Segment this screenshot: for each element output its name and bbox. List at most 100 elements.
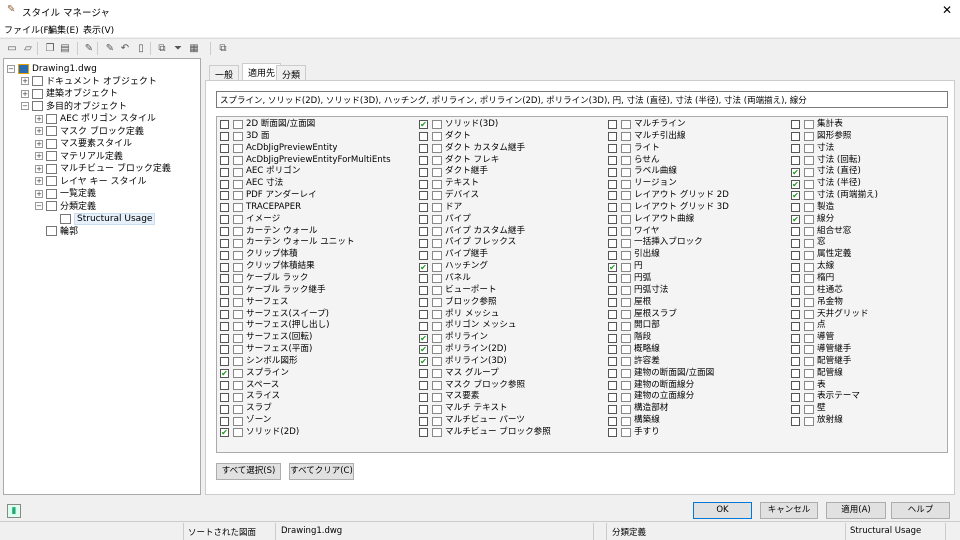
paste-icon[interactable]: ▤ — [58, 42, 72, 55]
list-item[interactable]: 壁 — [791, 403, 878, 415]
tree-node[interactable]: − 分類定義 — [35, 201, 96, 213]
checkbox[interactable]: ✔ — [791, 179, 800, 189]
list-item[interactable]: ドア — [419, 202, 551, 214]
list-item[interactable]: レイアウト グリッド 3D — [608, 202, 729, 214]
new-icon[interactable]: ▭ — [5, 42, 19, 55]
list-item[interactable]: マルチ引出線 — [608, 131, 729, 143]
list-item[interactable]: クリップ体積 — [220, 249, 391, 261]
list-item[interactable]: らせん — [608, 155, 729, 167]
checkbox[interactable] — [608, 238, 617, 248]
list-item[interactable]: パイプ フレックス — [419, 237, 551, 249]
list-item[interactable]: 導管継手 — [791, 344, 878, 356]
list-item[interactable]: AcDbJigPreviewEntity — [220, 143, 391, 155]
menu-view[interactable]: 表示(V) — [83, 23, 114, 36]
list-item[interactable]: ダクト — [419, 131, 551, 143]
checkbox[interactable] — [220, 298, 229, 308]
filter-icon[interactable]: ⏷ — [171, 42, 185, 55]
tree-node[interactable]: 輪郭 — [35, 226, 78, 238]
list-item[interactable]: AEC ポリゴン — [220, 166, 391, 178]
checkbox[interactable] — [791, 227, 800, 237]
checkbox[interactable] — [608, 357, 617, 367]
checkbox[interactable] — [791, 392, 800, 402]
checkbox[interactable] — [419, 369, 428, 379]
list-item[interactable]: ダクト継手 — [419, 166, 551, 178]
checkbox[interactable] — [608, 380, 617, 390]
applied-to-field[interactable]: スプライン, ソリッド(2D), ソリッド(3D), ハッチング, ポリライン,… — [216, 91, 948, 108]
list-item[interactable]: 表示テーマ — [791, 391, 878, 403]
list-item[interactable]: 点 — [791, 320, 878, 332]
list-item[interactable]: 許容差 — [608, 356, 729, 368]
list-item[interactable]: サーフェス — [220, 297, 391, 309]
checkbox[interactable] — [791, 309, 800, 319]
checkbox[interactable] — [608, 191, 617, 201]
checkbox[interactable] — [419, 428, 428, 438]
list-item[interactable]: 3D 面 — [220, 131, 391, 143]
close-button[interactable]: ✕ — [942, 3, 952, 17]
checkbox[interactable] — [220, 392, 229, 402]
checkbox[interactable] — [419, 203, 428, 213]
expand-icon[interactable]: + — [35, 139, 43, 148]
list-item[interactable]: 円弧寸法 — [608, 285, 729, 297]
checkbox[interactable] — [791, 132, 800, 142]
checkbox[interactable] — [220, 167, 229, 177]
checkbox[interactable] — [791, 357, 800, 367]
list-item[interactable]: ダクト カスタム継手 — [419, 143, 551, 155]
list-item[interactable]: 寸法 (回転) — [791, 155, 878, 167]
expand-icon[interactable]: + — [35, 164, 43, 173]
list-item[interactable]: ✔ ポリライン(2D) — [419, 344, 551, 356]
checkbox[interactable] — [220, 179, 229, 189]
checkbox[interactable] — [419, 416, 428, 426]
menu-edit[interactable]: 編集(E) — [48, 23, 79, 36]
list-item[interactable]: 屋根スラブ — [608, 309, 729, 321]
checkbox[interactable] — [220, 286, 229, 296]
style-browser-icon[interactable]: ▮ — [7, 504, 21, 518]
checkbox[interactable] — [220, 191, 229, 201]
checkbox[interactable] — [791, 203, 800, 213]
checkbox[interactable] — [419, 404, 428, 414]
checkbox[interactable] — [791, 262, 800, 272]
checkbox[interactable] — [608, 250, 617, 260]
list-item[interactable]: マルチビュー パーツ — [419, 415, 551, 427]
list-item[interactable]: ✔ ハッチング — [419, 261, 551, 273]
checkbox[interactable] — [220, 404, 229, 414]
tree-node[interactable]: + 建築オブジェクト — [21, 88, 118, 100]
list-item[interactable]: 図形参照 — [791, 131, 878, 143]
checkbox[interactable] — [220, 144, 229, 154]
checkbox[interactable] — [419, 215, 428, 225]
checkbox[interactable] — [220, 380, 229, 390]
collapse-icon[interactable]: − — [7, 64, 15, 73]
list-item[interactable]: クリップ体積結果 — [220, 261, 391, 273]
menu-file[interactable]: ファイル(F) — [4, 23, 52, 36]
checkbox[interactable] — [791, 298, 800, 308]
list-item[interactable]: ✔ 円 — [608, 261, 729, 273]
checkbox[interactable] — [791, 404, 800, 414]
list-item[interactable]: AcDbJigPreviewEntityForMultiEnts — [220, 155, 391, 167]
list-item[interactable]: ラベル曲線 — [608, 166, 729, 178]
list-item[interactable]: ✔ ソリッド(3D) — [419, 119, 551, 131]
list-item[interactable]: ケーブル ラック継手 — [220, 285, 391, 297]
list-item[interactable]: ✔ 寸法 (半径) — [791, 178, 878, 190]
checkbox[interactable] — [791, 250, 800, 260]
expand-icon[interactable]: + — [35, 127, 43, 135]
list-item[interactable]: ✔ スプライン — [220, 368, 391, 380]
list-item[interactable]: 組合せ窓 — [791, 226, 878, 238]
checkbox[interactable] — [220, 215, 229, 225]
copy-icon[interactable]: ❐ — [43, 42, 57, 55]
checkbox[interactable] — [419, 132, 428, 142]
checkbox[interactable] — [608, 274, 617, 284]
select-all-button[interactable]: すべて選択(S) — [216, 463, 281, 480]
list-item[interactable]: 放射線 — [791, 415, 878, 427]
list-item[interactable]: ブロック参照 — [419, 297, 551, 309]
help-icon[interactable]: ⧉ — [216, 42, 230, 55]
list-item[interactable]: カーテン ウォール ユニット — [220, 237, 391, 249]
checkbox[interactable]: ✔ — [220, 428, 229, 438]
checkbox[interactable] — [608, 392, 617, 402]
list-item[interactable]: ケーブル ラック — [220, 273, 391, 285]
apply-button[interactable]: 適用(A) — [826, 502, 886, 519]
list-item[interactable]: ✔ ポリライン — [419, 332, 551, 344]
list-item[interactable]: レイアウト グリッド 2D — [608, 190, 729, 202]
list-item[interactable]: シンボル図形 — [220, 356, 391, 368]
list-item[interactable]: マルチ テキスト — [419, 403, 551, 415]
checkbox[interactable]: ✔ — [419, 333, 428, 343]
list-item[interactable]: マス グループ — [419, 368, 551, 380]
